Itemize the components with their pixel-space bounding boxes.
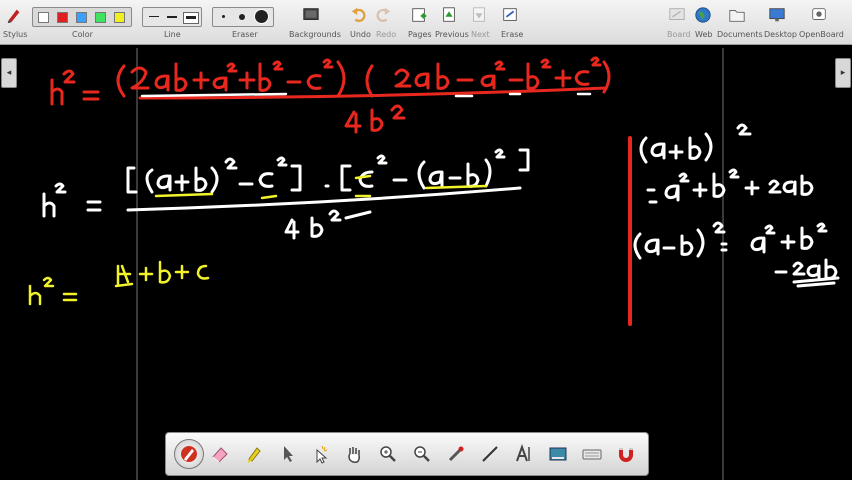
zoom-in-icon [380, 446, 396, 462]
text-tool-button[interactable] [512, 442, 536, 466]
zoom-out-tool-button[interactable] [410, 442, 434, 466]
red-equation-ink [50, 56, 611, 134]
pen-icon [181, 446, 197, 462]
virtual-keyboard-tool-button[interactable] [580, 442, 604, 466]
white-equation-ink [42, 148, 530, 240]
handwritten-ink-layer [28, 56, 840, 326]
selector-tool-button[interactable] [276, 442, 300, 466]
yellow-equation-ink [28, 260, 210, 306]
pen-tool-button[interactable] [174, 439, 204, 469]
laser-pointer-tool-button[interactable] [444, 442, 468, 466]
magnet-tool-button[interactable] [614, 442, 638, 466]
laser-pointer-icon [448, 446, 464, 462]
right-notes-ink [633, 123, 840, 288]
magnet-icon [619, 448, 633, 462]
play-tool-button[interactable] [308, 442, 332, 466]
eraser-icon [212, 447, 228, 463]
line-icon [482, 446, 498, 462]
capture-tool-button[interactable] [546, 442, 570, 466]
text-icon [516, 444, 530, 462]
hand-icon [348, 447, 360, 463]
play-icon [316, 445, 328, 464]
marker-tool-button[interactable] [242, 442, 266, 466]
zoom-in-tool-button[interactable] [376, 442, 400, 466]
zoom-out-icon [414, 446, 430, 462]
line-tool-button[interactable] [478, 442, 502, 466]
hand-tool-button[interactable] [342, 442, 366, 466]
selector-icon [284, 446, 293, 462]
virtual-keyboard-icon [582, 449, 602, 460]
capture-icon [549, 447, 567, 461]
eraser-tool-button[interactable] [208, 442, 232, 466]
marker-icon [247, 447, 261, 463]
bottom-tool-palette [165, 432, 649, 476]
